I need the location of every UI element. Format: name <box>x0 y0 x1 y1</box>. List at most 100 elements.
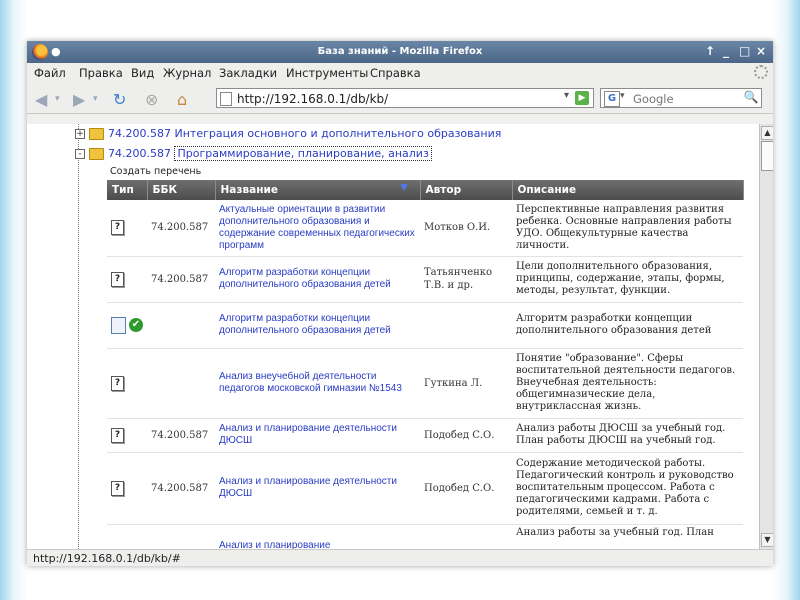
scrollbar-thumb[interactable] <box>761 141 773 171</box>
vertical-scrollbar[interactable]: ▲ ▼ <box>759 124 773 549</box>
author-cell <box>420 302 512 349</box>
author-cell: Татьянченко Т.В. и др. <box>420 256 512 303</box>
author-cell: Подобед С.О. <box>420 452 512 525</box>
menu-view[interactable]: Вид <box>131 66 154 80</box>
status-bar: http://192.168.0.1/db/kb/# <box>27 549 773 566</box>
reload-icon[interactable]: ↻ <box>113 90 126 109</box>
window-title: База знаний - Mozilla Firefox <box>317 46 483 57</box>
folder-icon <box>89 128 104 140</box>
search-bar[interactable]: G ▾ 🔍 <box>600 88 762 108</box>
search-icon[interactable]: 🔍 <box>743 90 759 106</box>
description-cell: Перспективные направления развития ребен… <box>512 200 743 257</box>
description-cell: Анализ работы ДЮСШ за учебный год. План … <box>512 418 743 453</box>
table-row[interactable]: ? 74.200.587 Актуальные ориентации в раз… <box>107 200 743 257</box>
type-cell: ? <box>107 256 147 303</box>
menu-bookmarks[interactable]: Закладки <box>219 66 277 80</box>
page-icon <box>220 92 232 106</box>
bbk-cell <box>147 348 215 419</box>
description-cell: Содержание методической работы. Педагоги… <box>512 452 743 525</box>
forward-icon[interactable]: ▶ <box>73 90 85 109</box>
bbk-cell: 74.200.587 <box>147 452 215 525</box>
column-header-type[interactable]: Тип <box>107 180 148 200</box>
table-row[interactable]: ? 74.200.587 Алгоритм разработки концепц… <box>107 256 743 303</box>
title-link[interactable]: Анализ и планирование деятельности ДЮСШ <box>215 452 420 525</box>
author-cell <box>420 524 512 549</box>
address-bar[interactable]: ▾ ▶ <box>216 88 594 108</box>
tree-node-integration[interactable]: +74.200.587 Интеграция основного и допол… <box>75 127 501 140</box>
scroll-up-icon[interactable]: ▲ <box>761 126 773 140</box>
bbk-cell: 74.200.587 <box>147 256 215 303</box>
tree-node-title[interactable]: Интеграция основного и дополнительного о… <box>174 127 501 140</box>
menu-help[interactable]: Справка <box>370 66 421 80</box>
tree-node-code: 74.200.587 <box>108 147 171 160</box>
document-icon[interactable] <box>111 316 126 334</box>
type-cell: ✔ <box>107 302 147 349</box>
unknown-type-icon[interactable]: ? <box>111 480 124 496</box>
back-dropdown-icon[interactable]: ▾ <box>55 94 60 104</box>
table-row[interactable]: ✔ Алгоритм разработки концепции дополнит… <box>107 302 743 349</box>
close-button[interactable]: × <box>756 44 766 58</box>
search-engine-dropdown-icon[interactable]: ▾ <box>620 91 625 101</box>
menu-history[interactable]: Журнал <box>163 66 211 80</box>
approved-check-icon[interactable]: ✔ <box>129 318 143 332</box>
description-cell: Понятие "образование". Сферы воспитатель… <box>512 348 743 419</box>
menu-file[interactable]: Файл <box>34 66 66 80</box>
type-cell: ? <box>107 200 147 257</box>
maximize-button[interactable]: □ <box>739 44 750 58</box>
description-cell: Цели дополнительного образования, принци… <box>512 256 743 303</box>
title-link[interactable]: Актуальные ориентации в развитии дополни… <box>215 200 420 257</box>
table-row[interactable]: Анализ и планирование Анализ работы за у… <box>107 524 743 549</box>
tree-node-programming[interactable]: - 74.200.587 Программирование, планирован… <box>75 146 432 161</box>
title-link[interactable]: Алгоритм разработки концепции дополнител… <box>215 256 420 303</box>
tree-guide-line <box>78 124 79 549</box>
search-engine-icon[interactable]: G <box>604 91 620 107</box>
status-text: http://192.168.0.1/db/kb/# <box>33 552 181 565</box>
unknown-type-icon[interactable]: ? <box>111 271 124 287</box>
column-header-author[interactable]: Автор <box>420 180 513 200</box>
browser-window: ● База знаний - Mozilla Firefox ↑ _ □ × … <box>27 41 773 566</box>
column-header-description[interactable]: Описание <box>512 180 744 200</box>
column-header-name[interactable]: Название ▼ <box>215 180 421 200</box>
documents-table: Тип ББК Название ▼ Автор Описание ? 74.2… <box>107 180 744 549</box>
stop-icon[interactable]: ⊗ <box>145 90 158 109</box>
description-cell: Алгоритм разработки концепции дополнител… <box>512 302 743 349</box>
title-link[interactable]: Анализ и планирование деятельности ДЮСШ <box>215 418 420 453</box>
url-dropdown-icon[interactable]: ▾ <box>564 90 569 101</box>
table-row[interactable]: ? 74.200.587 Анализ и планирование деяте… <box>107 452 743 525</box>
unknown-type-icon[interactable]: ? <box>111 220 124 236</box>
type-cell <box>107 524 147 549</box>
create-list-link[interactable]: Создать перечень <box>110 166 201 177</box>
unknown-type-icon[interactable]: ? <box>111 427 124 443</box>
menu-edit[interactable]: Правка <box>79 66 123 80</box>
title-link[interactable]: Алгоритм разработки концепции дополнител… <box>215 302 420 349</box>
expand-toggle[interactable]: + <box>75 129 85 139</box>
sort-descending-icon: ▼ <box>400 183 408 193</box>
home-icon[interactable]: ⌂ <box>177 90 187 109</box>
bbk-cell <box>147 524 215 549</box>
folder-open-icon <box>89 148 104 160</box>
tree-node-code: 74.200.587 <box>108 127 171 140</box>
url-input[interactable] <box>235 90 549 108</box>
author-cell: Подобед С.О. <box>420 418 512 453</box>
menu-tools[interactable]: Инструменты <box>286 66 368 80</box>
unknown-type-icon[interactable]: ? <box>111 375 124 391</box>
type-cell: ? <box>107 348 147 419</box>
column-header-label: Название <box>220 184 278 196</box>
title-link[interactable]: Анализ внеучебной деятельности педагогов… <box>215 348 420 419</box>
tree-node-title[interactable]: Программирование, планирование, анализ <box>174 146 432 161</box>
table-row[interactable]: ? 74.200.587 Анализ и планирование деяте… <box>107 418 743 453</box>
title-link[interactable]: Анализ и планирование <box>215 524 420 549</box>
collapse-toggle[interactable]: - <box>75 149 85 159</box>
forward-dropdown-icon[interactable]: ▾ <box>93 94 98 104</box>
scroll-down-icon[interactable]: ▼ <box>761 533 773 547</box>
navigation-toolbar: ◀ ▾ ▶ ▾ ↻ ⊗ ⌂ ▾ ▶ G ▾ 🔍 <box>27 83 773 114</box>
title-bar: ● База знаний - Mozilla Firefox ↑ _ □ × <box>27 41 773 63</box>
bbk-cell: 74.200.587 <box>147 418 215 453</box>
back-icon[interactable]: ◀ <box>35 90 47 109</box>
table-row[interactable]: ? Анализ внеучебной деятельности педагог… <box>107 348 743 419</box>
search-input[interactable] <box>631 90 735 108</box>
shade-button[interactable]: ↑ <box>705 44 715 58</box>
minimize-button[interactable]: _ <box>723 44 729 58</box>
go-button[interactable]: ▶ <box>575 91 589 105</box>
column-header-bbk[interactable]: ББК <box>147 180 216 200</box>
